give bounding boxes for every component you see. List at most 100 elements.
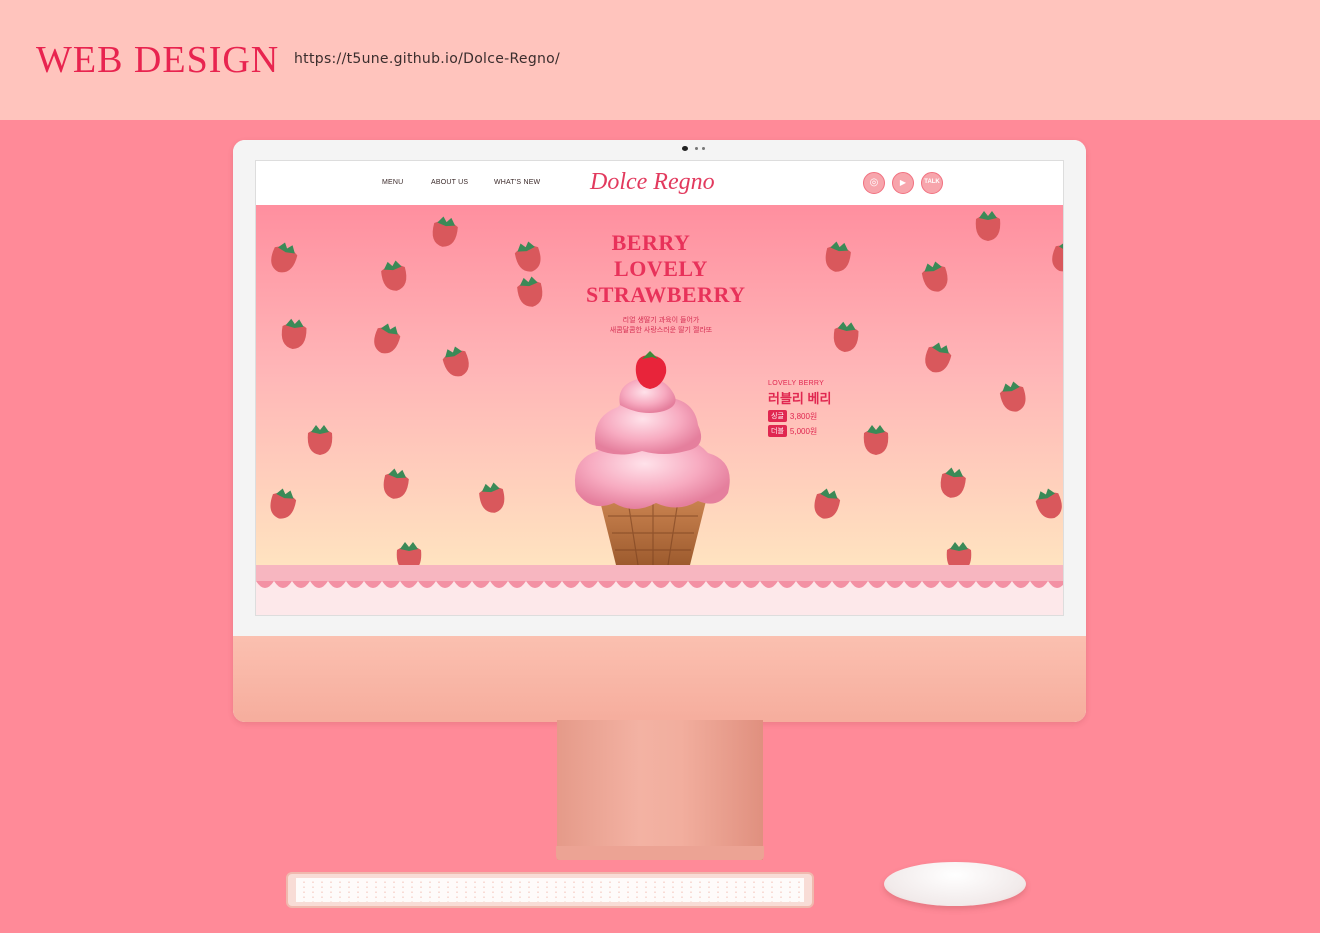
lace-scallop bbox=[310, 581, 328, 588]
lace-scallop bbox=[958, 581, 976, 588]
website-screen: MENU ABOUT US WHAT'S NEW Dolce Regno ◎ ▶… bbox=[255, 160, 1064, 616]
strawberry-icon bbox=[946, 542, 972, 565]
ice-cream-image bbox=[574, 351, 730, 565]
strawberry-icon bbox=[833, 321, 859, 352]
strawberry-icon bbox=[271, 242, 298, 273]
lace-scallop bbox=[436, 581, 454, 588]
hero-description: 리얼 생딸기 과육이 들어가 새콤달콤한 사랑스러운 딸기 젤라또 bbox=[576, 316, 746, 336]
keyboard-keys bbox=[296, 878, 804, 902]
strawberry-icon bbox=[999, 381, 1026, 412]
site-logo[interactable]: Dolce Regno bbox=[590, 169, 715, 196]
hero-line-berry: BERRY bbox=[611, 230, 691, 255]
nav-item-whats-new[interactable]: WHAT'S NEW bbox=[494, 179, 540, 186]
lace-scallop bbox=[454, 581, 472, 588]
lace-scallop bbox=[778, 581, 796, 588]
page-url[interactable]: https://t5une.github.io/Dolce-Regno/ bbox=[294, 51, 560, 67]
lace-scallop bbox=[688, 581, 706, 588]
price-value: 5,000원 bbox=[789, 426, 818, 436]
strawberry-icon bbox=[307, 425, 333, 455]
lace-scallop bbox=[1048, 581, 1063, 588]
lace-scallop bbox=[544, 581, 562, 588]
price-row: 싱글 3,800원 bbox=[768, 410, 831, 422]
strawberry-icon bbox=[281, 318, 307, 349]
hero-description-line: 리얼 생딸기 과육이 들어가 bbox=[622, 317, 700, 324]
lace-scallop bbox=[796, 581, 814, 588]
monitor-stand-foot bbox=[556, 846, 764, 860]
lace-scallop bbox=[832, 581, 850, 588]
strawberry-icon bbox=[270, 488, 297, 519]
lace-scallop bbox=[850, 581, 868, 588]
page-heading: WEB DESIGN bbox=[36, 39, 280, 81]
camera-icon bbox=[682, 146, 688, 151]
strawberry-icon bbox=[825, 241, 851, 272]
indicator-dot bbox=[702, 147, 705, 150]
strawberry-icon bbox=[1035, 488, 1062, 519]
product-name-ko: 러블리 베리 bbox=[768, 391, 832, 406]
lace-scallop bbox=[490, 581, 508, 588]
wave-divider bbox=[0, 88, 1320, 110]
strawberry-icon bbox=[940, 467, 966, 498]
lace-scallop bbox=[1030, 581, 1048, 588]
lace-scallop bbox=[292, 581, 310, 588]
monitor-stand bbox=[557, 720, 763, 860]
lace-scallop bbox=[598, 581, 616, 588]
lace-border bbox=[256, 565, 1063, 615]
size-tag: 싱글 bbox=[768, 410, 787, 422]
lace-scallop bbox=[526, 581, 544, 588]
lace-scallop bbox=[580, 581, 598, 588]
mouse bbox=[884, 862, 1026, 906]
lace-scallop bbox=[940, 581, 958, 588]
nav-item-about[interactable]: ABOUT US bbox=[431, 179, 468, 186]
lace-scallop bbox=[724, 581, 742, 588]
talk-icon[interactable]: TALK bbox=[921, 172, 943, 194]
lace-scallop bbox=[922, 581, 940, 588]
lace-scallop bbox=[256, 581, 274, 588]
product-name-en: LOVELY BERRY bbox=[768, 380, 825, 387]
lace-scallop bbox=[814, 581, 832, 588]
instagram-icon[interactable]: ◎ bbox=[863, 172, 885, 194]
lace-scallop bbox=[994, 581, 1012, 588]
strawberry-icon bbox=[432, 216, 458, 247]
product-card: LOVELY BERRY 러블리 베리 싱글 3,800원 더블 5,000원 bbox=[768, 380, 831, 437]
strawberry-icon bbox=[921, 261, 948, 292]
hero-line-strawberry: STRAWBERRY bbox=[586, 282, 746, 307]
lace-scallop bbox=[472, 581, 490, 588]
strawberry-icon bbox=[514, 241, 541, 272]
monitor-chin bbox=[233, 636, 1086, 722]
lace-scallop bbox=[346, 581, 364, 588]
lace-scallop bbox=[328, 581, 346, 588]
hero-line-lovely: LOVELY bbox=[614, 256, 708, 281]
lace-scallop bbox=[1012, 581, 1030, 588]
strawberry-icon bbox=[517, 276, 543, 307]
strawberry-icon bbox=[383, 468, 409, 499]
price-value: 3,800원 bbox=[789, 411, 818, 421]
lace-scallop bbox=[868, 581, 886, 588]
lace-scallop bbox=[904, 581, 922, 588]
lace-scallop bbox=[760, 581, 778, 588]
strawberry-icon bbox=[442, 346, 469, 377]
strawberry-icon bbox=[374, 323, 401, 354]
lace-scallop bbox=[652, 581, 670, 588]
lace-scallop bbox=[742, 581, 760, 588]
strawberry-icon bbox=[975, 211, 1001, 241]
keyboard bbox=[286, 872, 814, 908]
hero-section: BERRY LOVELY STRAWBERRY 리얼 생딸기 과육이 들어가 새… bbox=[256, 205, 1063, 565]
strawberry-icon bbox=[479, 482, 505, 513]
youtube-icon[interactable]: ▶ bbox=[892, 172, 914, 194]
nav-item-menu[interactable]: MENU bbox=[382, 179, 403, 186]
strawberry-icon bbox=[396, 542, 422, 565]
lace-scallop bbox=[634, 581, 652, 588]
strawberry-icon bbox=[381, 260, 407, 291]
lace-scallop bbox=[706, 581, 724, 588]
lace-scallop bbox=[562, 581, 580, 588]
strawberry-icon bbox=[925, 342, 952, 373]
lace-scallop bbox=[400, 581, 418, 588]
lace-scallop bbox=[274, 581, 292, 588]
strawberry-icon bbox=[863, 425, 889, 455]
indicator-dot bbox=[695, 147, 698, 150]
lace-scallop bbox=[364, 581, 382, 588]
strawberry-icon bbox=[1052, 241, 1063, 272]
lace-scallop bbox=[886, 581, 904, 588]
lace-scallop bbox=[670, 581, 688, 588]
lace-scallop bbox=[508, 581, 526, 588]
